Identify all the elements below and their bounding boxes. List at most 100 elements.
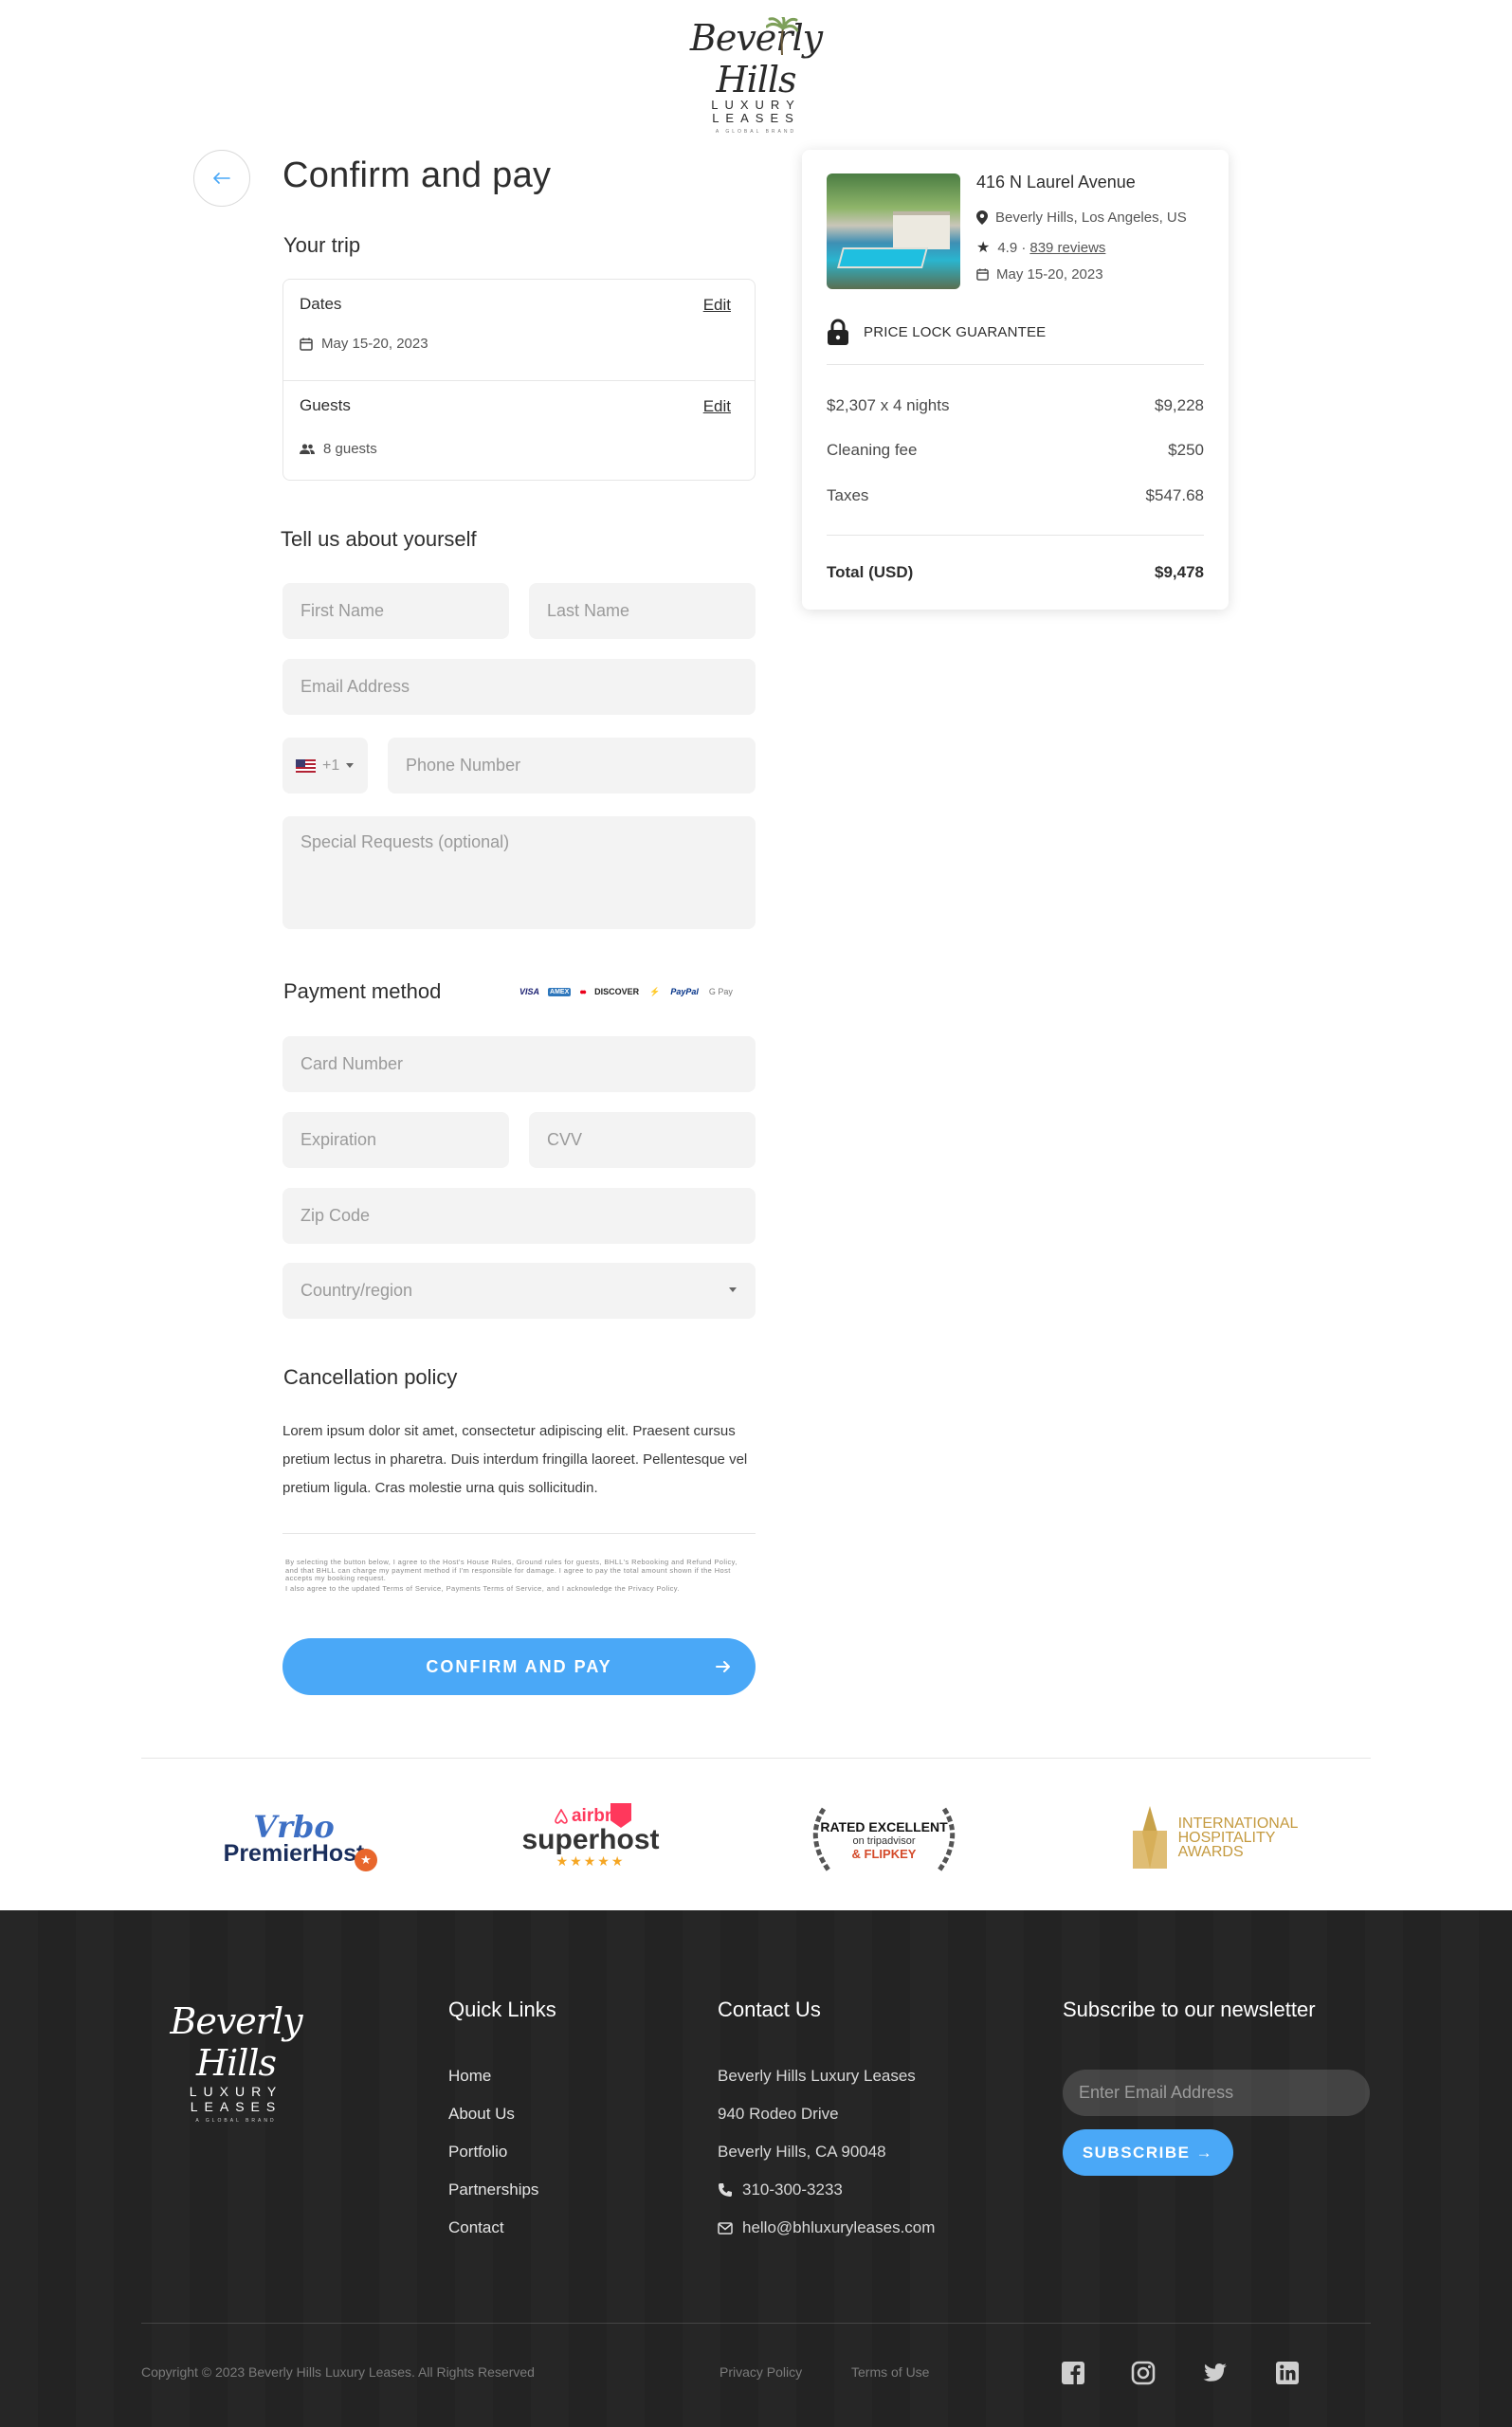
airbnb-icon [555, 1809, 568, 1824]
confirm-label: CONFIRM AND PAY [426, 1656, 612, 1676]
phone-field[interactable] [388, 738, 756, 794]
footer-divider [141, 2323, 1371, 2324]
footer-phone-link[interactable]: 310-300-3233 [718, 2181, 843, 2199]
linkedin-icon[interactable] [1274, 2360, 1301, 2386]
superhost-text: superhost [521, 1824, 660, 1855]
trip-dates-row: Dates Edit May 15-20, 2023 [283, 280, 755, 380]
property-dates: May 15-20, 2023 [976, 266, 1103, 283]
brand-logo[interactable]: Beverly Hills LUXURY LEASES A GLOBAL BRA… [664, 17, 848, 135]
subscribe-button[interactable]: SUBSCRIBE → [1063, 2129, 1233, 2176]
discover-icon: DISCOVER [594, 987, 640, 996]
trip-heading: Your trip [283, 233, 361, 257]
card-number-field[interactable] [282, 1036, 756, 1092]
footer-link-portfolio[interactable]: Portfolio [448, 2143, 507, 2162]
country-code-select[interactable]: +1 [282, 738, 368, 794]
edit-dates-link[interactable]: Edit [703, 296, 731, 315]
property-rating: ★ 4.9 · 839 reviews [976, 238, 1105, 257]
newsletter-heading: Subscribe to our newsletter [1063, 1998, 1316, 2021]
vrbo-logo-text: Vrbo [253, 1809, 335, 1845]
footer-link-contact[interactable]: Contact [448, 2218, 504, 2237]
paypal-icon: PayPal [670, 987, 699, 996]
guests-value: 8 guests [323, 441, 377, 457]
divider [827, 364, 1204, 365]
zip-code-field[interactable] [282, 1188, 756, 1244]
privacy-policy-link[interactable]: Privacy Policy [720, 2364, 802, 2380]
footer-logo-caps: LUXURY LEASES [189, 2084, 283, 2114]
last-name-field[interactable] [529, 583, 756, 639]
email-field[interactable] [282, 659, 756, 715]
copyright-text: Copyright © 2023 Beverly Hills Luxury Le… [141, 2364, 535, 2380]
footer-link-partnerships[interactable]: Partnerships [448, 2181, 538, 2199]
footer-link-home[interactable]: Home [448, 2067, 491, 2086]
terms-of-use-link[interactable]: Terms of Use [851, 2364, 929, 2380]
lock-icon [828, 319, 848, 345]
nightly-row: $2,307 x 4 nights $9,228 [827, 396, 1204, 415]
edit-guests-link[interactable]: Edit [703, 397, 731, 416]
iha-text-block: INTERNATIONAL HOSPITALITY AWARDS [1178, 1816, 1299, 1859]
country-region-select[interactable]: Country/region [282, 1263, 756, 1319]
tripadvisor-badge: RATED EXCELLENT on tripadvisor & FLIPKEY [801, 1799, 967, 1881]
apple-pay-icon: ⚡ [649, 986, 661, 996]
back-button[interactable] [193, 150, 250, 207]
reviews-link[interactable]: 839 reviews [1029, 240, 1105, 256]
dates-label: Dates [300, 295, 342, 313]
price-lock-badge: PRICE LOCK GUARANTEE [827, 319, 1046, 345]
chevron-down-icon [729, 1287, 737, 1292]
twitter-icon[interactable] [1202, 2360, 1229, 2386]
terms-paragraph-1: By selecting the button below, I agree t… [285, 1558, 738, 1582]
rating-value: 4.9 · [997, 239, 1027, 256]
footer-link-about-us[interactable]: About Us [448, 2105, 515, 2124]
confirm-and-pay-button[interactable]: CONFIRM AND PAY [282, 1638, 756, 1695]
contact-heading: Contact Us [718, 1998, 821, 2021]
email-text: hello@bhluxuryleases.com [742, 2218, 936, 2236]
newsletter-email-input[interactable] [1063, 2070, 1370, 2116]
us-flag-icon [296, 758, 316, 773]
quick-links-heading: Quick Links [448, 1998, 556, 2021]
cleaning-fee-row: Cleaning fee $250 [827, 441, 1204, 460]
dates-value: May 15-20, 2023 [321, 336, 428, 352]
guests-icon [300, 443, 315, 454]
mail-icon [718, 2221, 733, 2235]
phone-text: 310-300-3233 [742, 2181, 843, 2199]
arrow-right-icon [716, 1661, 730, 1672]
taxes-label: Taxes [827, 486, 869, 504]
site-footer [0, 1910, 1512, 2427]
expiration-field[interactable] [282, 1112, 509, 1168]
map-pin-icon [976, 210, 988, 225]
awards-divider [141, 1758, 1371, 1759]
facebook-icon[interactable] [1060, 2360, 1086, 2386]
cvv-field[interactable] [529, 1112, 756, 1168]
payment-heading: Payment method [283, 979, 442, 1003]
footer-email-link[interactable]: hello@bhluxuryleases.com [718, 2218, 935, 2237]
special-requests-field[interactable] [282, 816, 756, 929]
footer-logo-script: Beverly Hills [170, 2000, 302, 2084]
logo-caps-text: LUXURY LEASES [711, 98, 801, 125]
divider [827, 535, 1204, 536]
country-code-value: +1 [322, 757, 340, 774]
visa-icon: VISA [519, 987, 540, 996]
footer-logo[interactable]: Beverly Hills LUXURY LEASES A GLOBAL BRA… [141, 2000, 331, 2124]
divider [282, 1533, 756, 1534]
terms-notice: By selecting the button below, I agree t… [285, 1558, 752, 1593]
phone-icon [719, 2183, 732, 2197]
award-trophy-icon [1132, 1806, 1167, 1869]
property-location: Beverly Hills, Los Angeles, US [976, 210, 1187, 226]
accepted-cards: VISA AMEX ●● DISCOVER ⚡ PayPal G Pay [518, 984, 750, 999]
instagram-icon[interactable] [1130, 2360, 1157, 2386]
mastercard-icon: ●● [579, 987, 587, 996]
nightly-amount: $9,228 [1155, 396, 1204, 414]
star-icon: ★ [976, 240, 991, 256]
guests-label: Guests [300, 396, 351, 414]
arrow-left-icon [213, 173, 230, 184]
property-photo[interactable] [827, 173, 960, 289]
cleaning-fee-label: Cleaning fee [827, 441, 918, 459]
calendar-icon [300, 338, 313, 351]
iha-line-2: HOSPITALITY [1177, 1829, 1276, 1846]
dates-text: May 15-20, 2023 [996, 266, 1103, 283]
cancellation-text: Lorem ipsum dolor sit amet, consectetur … [282, 1423, 748, 1496]
footer-logo-tagline: A GLOBAL BRAND [195, 2118, 277, 2124]
address-line-2: Beverly Hills, CA 90048 [718, 2143, 886, 2161]
first-name-field[interactable] [282, 583, 509, 639]
address-line-1: 940 Rodeo Drive [718, 2105, 839, 2123]
logo-script-text: Beverly Hills [689, 17, 823, 100]
